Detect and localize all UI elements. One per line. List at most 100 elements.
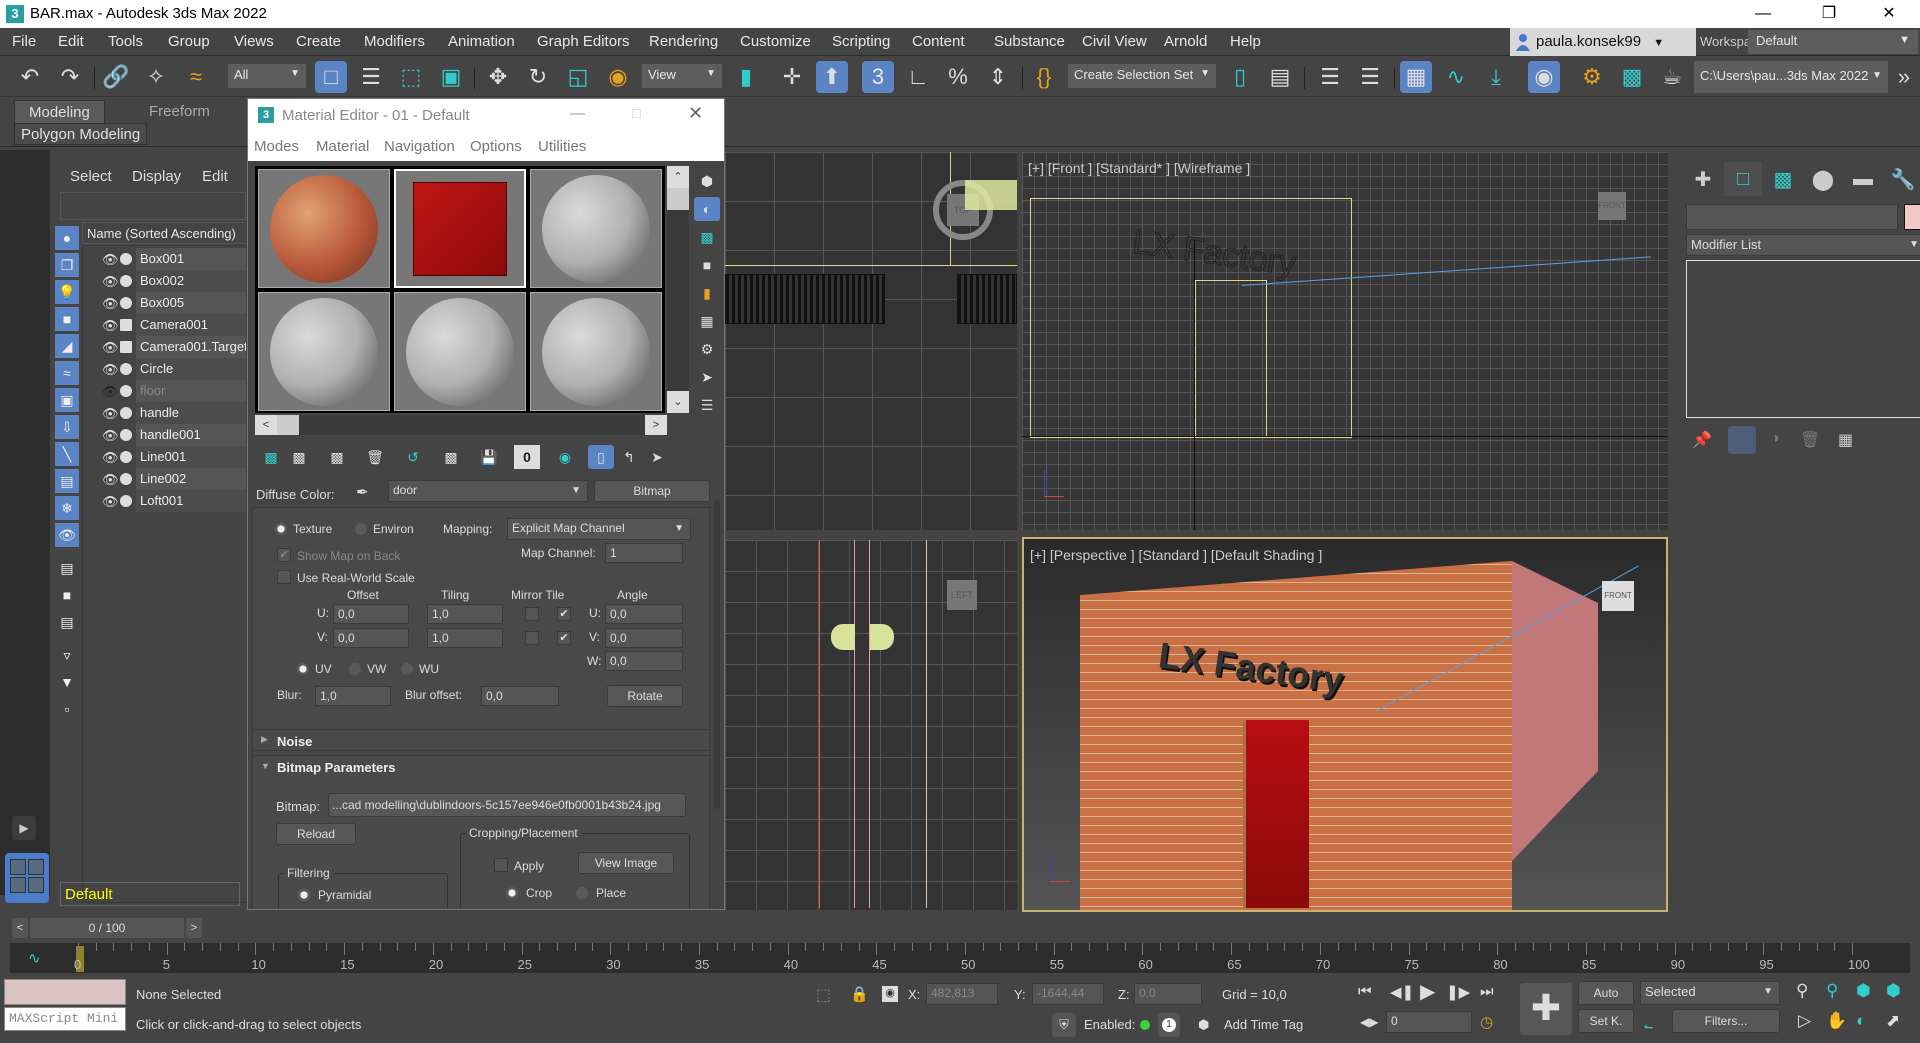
explorer-column-header[interactable]: Name (Sorted Ascending) (82, 222, 248, 244)
scroll-thumb[interactable] (667, 188, 689, 210)
rotate-button[interactable]: Rotate (607, 685, 683, 707)
lock-selection-icon[interactable]: 🔒 (850, 985, 869, 1003)
menu-customize[interactable]: Customize (740, 33, 811, 50)
angle-snap-icon[interactable]: ∟ (902, 61, 934, 93)
set-key-big-button[interactable]: ✚ (1520, 983, 1572, 1035)
object-name-input[interactable] (1686, 204, 1898, 230)
prev-frame-button[interactable]: < (12, 918, 28, 938)
viewport-label[interactable]: [+] [Front ] [Standard* ] [Wireframe ] (1028, 160, 1250, 176)
manipulate-icon[interactable]: ✛ (776, 61, 808, 93)
menu-substance[interactable]: Substance (994, 33, 1065, 50)
menu-group[interactable]: Group (168, 33, 210, 50)
key-filter-select[interactable]: Selected ▼ (1640, 981, 1780, 1005)
sample-type-icon[interactable]: ⬢ (694, 169, 720, 193)
orbit-icon[interactable]: ◐ (1856, 1011, 1866, 1031)
current-frame-spinner[interactable]: 0 (1386, 1011, 1472, 1033)
render-icon[interactable]: ☕ (1656, 61, 1688, 93)
layer-explorer-icon[interactable]: ☰ (1354, 61, 1386, 93)
slots-vscrollbar[interactable]: ⌃ ⌄ (667, 166, 689, 413)
key-mode-icon[interactable]: ◀▶ (1360, 1015, 1378, 1029)
vw-radio[interactable] (349, 663, 361, 675)
visibility-eye-icon[interactable]: 👁 (102, 340, 119, 356)
slot-6[interactable] (530, 292, 662, 411)
menu-modifiers[interactable]: Modifiers (364, 33, 425, 50)
add-time-tag-button[interactable]: Add Time Tag (1224, 1017, 1303, 1032)
explorer-row[interactable]: 👁 Box005 (102, 292, 248, 314)
explorer-row[interactable]: 👁 Circle (102, 358, 248, 380)
time-tag-count[interactable]: 1 (1158, 1013, 1180, 1037)
slot-brick[interactable] (258, 169, 390, 288)
menu-material[interactable]: Material (316, 138, 369, 155)
menu-rendering[interactable]: Rendering (649, 33, 718, 50)
u-angle-spinner[interactable]: 0,0 (605, 604, 683, 624)
ribbon-tab-modeling[interactable]: Modeling (14, 100, 105, 124)
scale-icon[interactable]: ◱ (562, 61, 594, 93)
rendered-frame-icon[interactable]: ▩ (1616, 61, 1648, 93)
time-slider[interactable]: 0 / 100 (30, 918, 184, 938)
remove-modifier-icon[interactable]: 🗑 (1800, 430, 1820, 450)
containers-filter-icon[interactable]: ▤ (55, 469, 79, 493)
menu-navigation[interactable]: Navigation (384, 138, 455, 155)
unlink-icon[interactable]: ✧ (140, 61, 172, 93)
menu-arnold[interactable]: Arnold (1164, 33, 1207, 50)
zoom-icon[interactable]: ⚲ (1796, 981, 1808, 1001)
u-tiling-spinner[interactable]: 1,0 (427, 604, 503, 624)
rollout-scrollbar[interactable] (714, 499, 720, 809)
blur-spinner[interactable]: 1,0 (315, 686, 391, 706)
close-button[interactable]: ✕ (1866, 0, 1912, 28)
explorer-row[interactable]: 👁 Box001 (102, 248, 248, 270)
project-folder-select[interactable]: C:\Users\pau...3ds Max 2022 ▼ (1694, 61, 1888, 93)
visibility-eye-icon[interactable]: 👁 (102, 428, 119, 444)
crop-radio[interactable] (506, 887, 518, 899)
restore-button[interactable]: ❐ (1806, 0, 1852, 28)
v-mirror-checkbox[interactable] (525, 631, 539, 645)
utilities-tab[interactable]: 🔧 (1884, 162, 1920, 196)
hidden-filter-icon[interactable]: 👁 (55, 523, 79, 547)
go-to-end-icon[interactable]: ⏭ (1480, 983, 1494, 1000)
save-icon[interactable]: 💾 (476, 445, 502, 469)
menu-utilities[interactable]: Utilities (538, 138, 586, 155)
reload-button[interactable]: Reload (276, 823, 356, 845)
named-sets-icon[interactable]: {} (1028, 61, 1060, 93)
material-editor-titlebar[interactable]: 3 Material Editor - 01 - Default — □ ✕ (248, 99, 724, 133)
close-button[interactable]: ✕ (688, 103, 703, 124)
assign-material-icon[interactable]: ▩ (324, 445, 350, 469)
slot-4[interactable] (258, 292, 390, 411)
show-map-icon[interactable]: ◉ (552, 445, 578, 469)
filter-icon[interactable]: ▼ (55, 670, 79, 694)
menu-animation[interactable]: Animation (448, 33, 515, 50)
filter-settings-icon[interactable]: ▿ (55, 643, 79, 667)
viewcube[interactable]: FRONT (1602, 581, 1634, 611)
menu-create[interactable]: Create (296, 33, 341, 50)
pivot-icon[interactable]: ▮ (730, 61, 762, 93)
pin-stack-icon[interactable]: 📌 (1692, 430, 1712, 450)
material-id-icon[interactable]: 0 (514, 445, 540, 469)
get-material-icon[interactable]: ▩ (258, 445, 284, 469)
groups-filter-icon[interactable]: ▣ (55, 388, 79, 412)
select-object-icon[interactable]: □ (315, 61, 347, 93)
select-by-name-icon[interactable]: ☰ (355, 61, 387, 93)
frozen-filter-icon[interactable]: ❄ (55, 496, 79, 520)
video-color-check-icon[interactable]: ▮ (694, 281, 720, 305)
redo-icon[interactable]: ↷ (54, 61, 86, 93)
menu-file[interactable]: File (12, 33, 36, 50)
rotate-icon[interactable]: ↻ (522, 61, 554, 93)
go-to-start-icon[interactable]: ⏮ (1358, 983, 1372, 1000)
menu-content[interactable]: Content (912, 33, 965, 50)
container-icon[interactable]: ▫ (55, 697, 79, 721)
selection-filter-select[interactable]: All ▼ (228, 64, 306, 88)
time-configuration-icon[interactable]: ◷ (1480, 1013, 1493, 1031)
explorer-row[interactable]: 👁 Line001 (102, 446, 248, 468)
absolute-mode-icon[interactable]: ◉ (882, 986, 898, 1002)
viewcube[interactable]: LEFT (947, 580, 977, 610)
scroll-up-icon[interactable]: ⌃ (667, 166, 689, 188)
schematic-view-icon[interactable]: ⤓ (1480, 61, 1512, 93)
explorer-menu-display[interactable]: Display (132, 168, 181, 185)
display-dependents-icon[interactable]: ▤ (55, 610, 79, 634)
create-tab[interactable]: ✚ (1684, 162, 1722, 196)
set-key-button[interactable]: Set K. (1578, 1009, 1634, 1033)
go-forward-icon[interactable]: ➤ (644, 445, 670, 469)
visibility-eye-icon[interactable]: 👁 (102, 362, 119, 378)
render-setup-icon[interactable]: ⚙ (1576, 61, 1608, 93)
viewport-perspective[interactable]: [+] [Perspective ] [Standard ] [Default … (1022, 537, 1668, 912)
